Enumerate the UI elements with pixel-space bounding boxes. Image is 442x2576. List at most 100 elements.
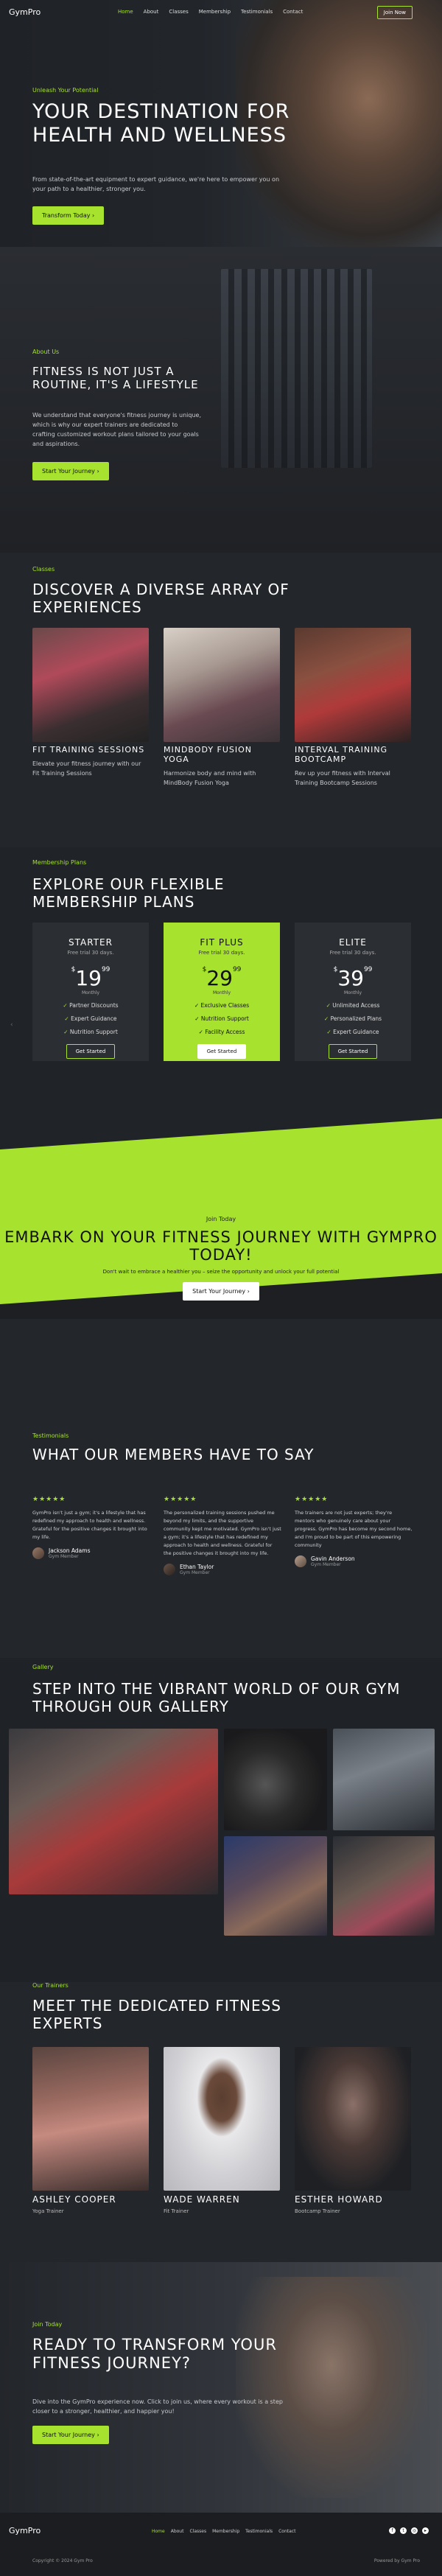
class-text: Harmonize body and mind with MindBody Fu…	[164, 770, 256, 786]
nav-link-about[interactable]: About	[144, 9, 159, 15]
footer-link-testimonials[interactable]: Testimonials	[245, 2529, 273, 2534]
trainer-name: ASHLEY COOPER	[32, 2194, 116, 2205]
price-cents: 99	[363, 966, 373, 973]
footer-link-about[interactable]: About	[171, 2529, 184, 2534]
gallery-image[interactable]	[224, 1836, 327, 1936]
class-card[interactable]: FIT TRAINING SESSIONS Elevate your fitne…	[32, 628, 149, 778]
rating-stars-icon: ★★★★★	[164, 1496, 197, 1503]
price-amount: 29	[206, 966, 233, 990]
testimonials-eyebrow: Testimonials	[32, 1432, 69, 1439]
class-card[interactable]: INTERVAL TRAINING BOOTCAMP Rev up your f…	[295, 628, 411, 788]
classes-eyebrow: Classes	[32, 566, 55, 573]
plan-feature: Exclusive Classes	[164, 1002, 280, 1009]
author-role: Gym Member	[49, 1554, 79, 1559]
author-role: Gym Member	[180, 1570, 210, 1575]
gallery-image[interactable]	[9, 1729, 218, 1894]
join-title: READY TO TRANSFORM YOUR FITNESS JOURNEY?	[32, 2336, 277, 2372]
trainer-role: Fit Trainer	[164, 2208, 189, 2214]
join-now-button[interactable]: Join Now	[376, 6, 413, 19]
cta-band: Join Today EMBARK ON YOUR FITNESS JOURNE…	[0, 1216, 442, 1301]
plan-feature: Personalized Plans	[295, 1015, 411, 1022]
avatar	[295, 1555, 306, 1567]
avatar	[32, 1547, 44, 1559]
gallery-image[interactable]	[224, 1729, 327, 1830]
class-text: Elevate your fitness journey with our Fi…	[32, 760, 141, 777]
plan-feature: Nutrition Support	[164, 1015, 280, 1022]
get-started-button[interactable]: Get Started	[197, 1044, 247, 1059]
footer-link-home[interactable]: Home	[152, 2529, 165, 2534]
about-start-journey-label: Start Your Journey	[42, 468, 95, 475]
arrow-right-icon: ›	[247, 1288, 250, 1295]
trainers-section: Our Trainers MEET THE DEDICATED FITNESS …	[0, 1982, 442, 2277]
class-image-yoga	[164, 628, 280, 742]
footer-link-classes[interactable]: Classes	[189, 2529, 206, 2534]
classes-title: DISCOVER A DIVERSE ARRAY OF EXPERIENCES	[32, 581, 290, 616]
nav-link-contact[interactable]: Contact	[283, 9, 303, 15]
gallery-image[interactable]	[333, 1729, 435, 1830]
logo[interactable]: GymPro	[9, 7, 41, 17]
class-image-fit-training	[32, 628, 149, 742]
about-text: We understand that everyone's fitness jo…	[32, 412, 201, 447]
nav-links: Home About Classes Membership Testimonia…	[118, 9, 303, 15]
copyright-text: Copyright © 2024 Gym Pro	[32, 2558, 93, 2563]
trainer-card[interactable]: WADE WARREN Fit Trainer	[164, 2047, 280, 2214]
youtube-icon[interactable]: ▸	[422, 2527, 429, 2534]
facebook-icon[interactable]: f	[389, 2527, 396, 2534]
author-role: Gym Member	[311, 1562, 341, 1567]
testimonial-card: ★★★★★ The trainers are not just experts;…	[295, 1496, 413, 1567]
hero-title: YOUR DESTINATION FOR HEALTH AND WELLNESS	[32, 100, 290, 147]
transform-today-button[interactable]: Transform Today ›	[32, 206, 105, 225]
band-title: EMBARK ON YOUR FITNESS JOURNEY WITH GYMP…	[4, 1228, 438, 1264]
gallery-eyebrow: Gallery	[32, 1664, 54, 1670]
avatar	[164, 1564, 175, 1575]
plan-card-starter: STARTER Free trial 30 days. $1999 Monthl…	[32, 923, 149, 1061]
footer-logo[interactable]: GymPro	[9, 2526, 41, 2535]
author-name: Ethan Taylor	[180, 1564, 214, 1570]
nav-link-membership[interactable]: Membership	[199, 9, 231, 15]
get-started-button[interactable]: Get Started	[328, 1044, 378, 1059]
join-section: Join Today READY TO TRANSFORM YOUR FITNE…	[0, 2262, 442, 2513]
testimonial-author: Gavin Anderson Gym Member	[295, 1555, 413, 1567]
membership-section: Membership Plans EXPLORE OUR FLEXIBLE ME…	[0, 847, 442, 1157]
trainer-photo	[32, 2047, 149, 2191]
powered-by-text: Powered by Gym Pro	[373, 2558, 420, 2563]
price-cents: 99	[101, 966, 110, 973]
price-amount: 19	[75, 966, 102, 990]
plan-card-fit-plus: FIT PLUS Free trial 30 days. $2999 Month…	[164, 923, 280, 1061]
hero-text: From state-of-the-art equipment to exper…	[32, 176, 280, 192]
get-started-button[interactable]: Get Started	[66, 1044, 116, 1059]
gallery-image[interactable]	[333, 1836, 435, 1936]
hero-eyebrow: Unleash Your Potential	[32, 87, 99, 94]
plan-feature: Expert Guidance	[295, 1029, 411, 1035]
trainer-name: ESTHER HOWARD	[295, 2194, 383, 2205]
transform-today-label: Transform Today	[42, 212, 91, 219]
join-start-journey-button[interactable]: Start Your Journey ›	[32, 2426, 109, 2444]
footer: GymPro Home About Classes Membership Tes…	[0, 2513, 442, 2576]
band-eyebrow: Join Today	[206, 1216, 236, 1222]
plan-card-elite: ELITE Free trial 30 days. $3999 Monthly …	[295, 923, 411, 1061]
trainer-photo	[164, 2047, 280, 2191]
class-card[interactable]: MINDBODY FUSION YOGA Harmonize body and …	[164, 628, 280, 788]
instagram-icon[interactable]: ◎	[411, 2527, 418, 2534]
trainer-role: Yoga Trainer	[32, 2208, 64, 2214]
class-text: Rev up your fitness with Interval Traini…	[295, 770, 390, 786]
trainers-title: MEET THE DEDICATED FITNESS EXPERTS	[32, 1997, 282, 2032]
band-start-journey-label: Start Your Journey	[192, 1288, 246, 1295]
carousel-prev-icon[interactable]: ‹	[10, 1021, 13, 1029]
class-title: MINDBODY FUSION YOGA	[164, 745, 253, 764]
trainer-card[interactable]: ASHLEY COOPER Yoga Trainer	[32, 2047, 149, 2214]
trainer-name: WADE WARREN	[164, 2194, 240, 2205]
about-start-journey-button[interactable]: Start Your Journey ›	[32, 462, 109, 480]
trainer-card[interactable]: ESTHER HOWARD Bootcamp Trainer	[295, 2047, 411, 2214]
footer-link-membership[interactable]: Membership	[212, 2529, 239, 2534]
twitter-icon[interactable]: t	[400, 2527, 407, 2534]
nav-link-home[interactable]: Home	[118, 9, 133, 15]
plan-period: Monthly	[81, 990, 100, 995]
social-links: f t ◎ ▸	[389, 2527, 429, 2534]
footer-link-contact[interactable]: Contact	[278, 2529, 295, 2534]
band-start-journey-button[interactable]: Start Your Journey ›	[183, 1282, 259, 1301]
nav-link-classes[interactable]: Classes	[169, 9, 188, 15]
plan-feature: Nutrition Support	[32, 1029, 149, 1035]
nav-link-testimonials[interactable]: Testimonials	[241, 9, 273, 15]
plan-price: $2999	[164, 966, 280, 990]
